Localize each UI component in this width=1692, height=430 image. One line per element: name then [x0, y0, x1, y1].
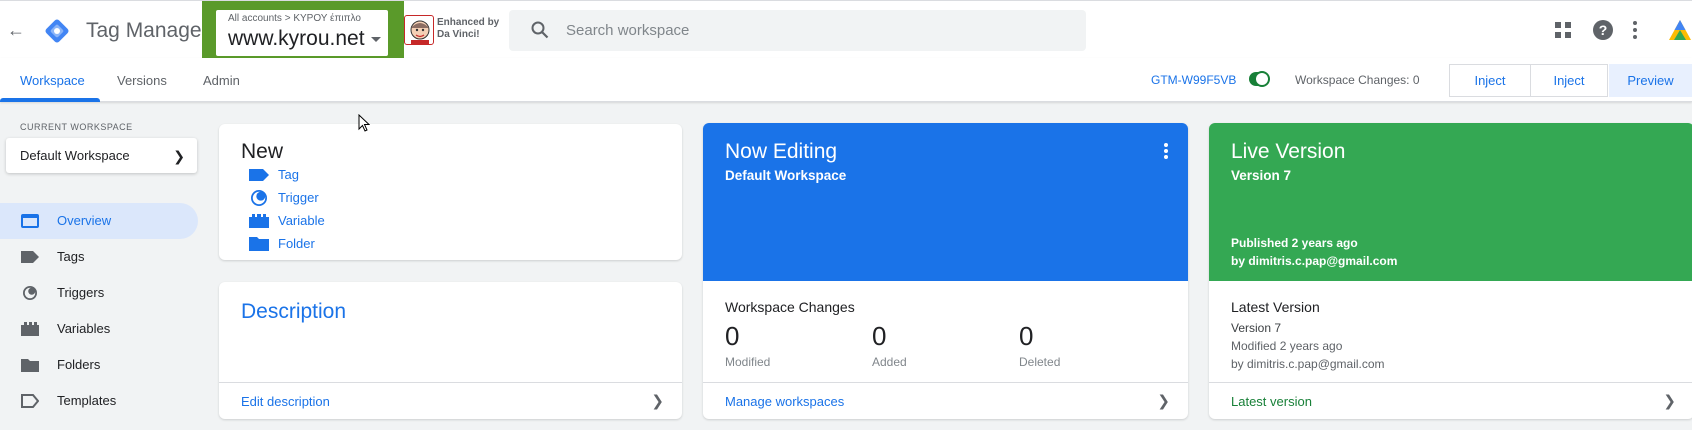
sidebar-item-templates[interactable]: Templates	[0, 383, 198, 419]
new-item-label: Variable	[278, 213, 325, 228]
new-item-label: Trigger	[278, 190, 319, 205]
live-version-header: Live Version Version 7 Published 2 years…	[1209, 123, 1692, 281]
sidebar-item-variables[interactable]: Variables	[0, 311, 198, 347]
live-version-card: Live Version Version 7 Published 2 years…	[1209, 123, 1692, 419]
edit-description-link[interactable]: Edit description	[241, 394, 330, 409]
account-breadcrumb[interactable]: All accounts > ΚΥΡΟΥ έπιπλο	[228, 13, 361, 24]
trigger-icon	[23, 286, 37, 300]
chevron-right-icon: ❯	[173, 148, 185, 164]
search-input[interactable]	[566, 16, 1066, 45]
stat-value: 0	[1019, 321, 1034, 351]
chevron-right-icon: ❯	[651, 393, 664, 410]
stat-added: 0 Added	[872, 321, 907, 369]
new-item-label: Folder	[278, 236, 315, 251]
manage-workspaces-link[interactable]: Manage workspaces	[725, 394, 844, 409]
stat-label: Modified	[725, 355, 771, 369]
inject-button-1[interactable]: Inject	[1449, 64, 1531, 97]
workspace-changes-title: Workspace Changes	[725, 299, 855, 315]
container-id-link[interactable]: GTM-W99F5VB	[1151, 73, 1236, 87]
now-editing-card: Now Editing Default Workspace Workspace …	[703, 123, 1188, 419]
more-vert-icon[interactable]	[1164, 143, 1168, 159]
sidebar-item-label: Triggers	[57, 285, 105, 300]
search-bar[interactable]	[509, 10, 1086, 51]
latest-version-footer[interactable]: Latest version ❯	[1209, 382, 1692, 419]
folder-icon	[21, 359, 39, 372]
latest-version-modified: Modified 2 years ago	[1231, 339, 1343, 353]
overview-icon	[21, 214, 39, 228]
arrow-back-icon[interactable]: ←	[6, 19, 26, 41]
stat-deleted: 0 Deleted	[1019, 321, 1060, 369]
sidebar-item-overview[interactable]: Overview	[0, 203, 198, 239]
account-container-selector[interactable]: All accounts > ΚΥΡΟΥ έπιπλο www.kyrou.ne…	[216, 10, 388, 56]
template-icon	[21, 394, 39, 408]
latest-version-link[interactable]: Latest version	[1231, 394, 1312, 409]
latest-version-author: by dimitris.c.pap@gmail.com	[1231, 357, 1385, 371]
sidebar-item-label: Tags	[57, 249, 85, 264]
latest-version-number: Version 7	[1231, 321, 1282, 335]
stat-modified: 0 Modified	[725, 321, 770, 369]
now-editing-title: Now Editing	[725, 140, 838, 163]
description-card: Description Edit description ❯	[219, 282, 682, 419]
tag-manager-logo-icon	[45, 19, 69, 43]
folder-icon	[249, 237, 269, 251]
now-editing-workspace: Default Workspace	[725, 168, 847, 183]
extension-label-line-2: Da Vinci!	[437, 29, 480, 40]
sidebar-item-label: Templates	[57, 393, 117, 408]
mouse-cursor-icon	[358, 114, 370, 132]
latest-version-title: Latest Version	[1231, 299, 1320, 315]
published-by: by dimitris.c.pap@gmail.com	[1231, 254, 1398, 268]
variable-icon	[249, 214, 269, 228]
search-icon	[531, 21, 549, 39]
tag-icon	[21, 251, 39, 263]
stat-value: 0	[725, 321, 740, 351]
workspace-selector-label: Default Workspace	[20, 148, 130, 163]
workspace-changes-count: Workspace Changes: 0	[1295, 73, 1420, 87]
current-workspace-label: CURRENT WORKSPACE	[20, 122, 133, 132]
top-app-bar: ← Tag Manager All accounts > ΚΥΡΟΥ έπιπλ…	[0, 0, 1692, 72]
sidebar-item-label: Variables	[57, 321, 111, 336]
live-version-number: Version 7	[1231, 168, 1292, 183]
tab-admin[interactable]: Admin	[203, 73, 240, 88]
sidebar-item-label: Overview	[57, 213, 112, 228]
new-card-title: New	[241, 140, 284, 163]
manage-workspaces-footer[interactable]: Manage workspaces ❯	[703, 382, 1188, 419]
active-tab-indicator	[0, 98, 100, 102]
sidebar-item-triggers[interactable]: Triggers	[0, 275, 198, 311]
new-card: New Tag Trigger Variable Folder	[219, 124, 682, 260]
new-item-label: Tag	[278, 167, 299, 182]
published-time: Published 2 years ago	[1231, 236, 1358, 250]
variable-icon	[21, 322, 39, 336]
trigger-icon	[251, 190, 267, 206]
extension-label: Enhanced by Da Vinci!	[437, 17, 499, 41]
inject-button-2[interactable]: Inject	[1530, 64, 1608, 97]
sidebar-item-label: Folders	[57, 357, 101, 372]
stat-label: Added	[872, 355, 907, 369]
apps-grid-icon[interactable]	[1554, 21, 1572, 39]
workspace-nav-bar: Workspace Versions Admin GTM-W99F5VB Wor…	[0, 58, 1692, 102]
preview-button[interactable]: Preview	[1609, 64, 1692, 97]
live-version-title: Live Version	[1231, 140, 1346, 163]
tab-workspace[interactable]: Workspace	[20, 73, 85, 88]
chevron-right-icon: ❯	[1663, 393, 1676, 410]
description-card-title: Description	[241, 300, 347, 323]
sidebar-item-folders[interactable]: Folders	[0, 347, 198, 383]
stat-value: 0	[872, 321, 887, 351]
extension-label-line-1: Enhanced by	[437, 17, 500, 28]
extension-avatar-icon[interactable]	[404, 15, 434, 45]
tab-versions[interactable]: Versions	[117, 73, 167, 88]
sidebar-item-tags[interactable]: Tags	[0, 239, 198, 275]
container-name[interactable]: www.kyrou.net	[228, 27, 365, 51]
container-toggle[interactable]	[1249, 72, 1269, 86]
analytics-logo-icon[interactable]	[1668, 18, 1692, 42]
stat-label: Deleted	[1019, 355, 1061, 369]
workspace-selector[interactable]: Default Workspace ❯	[6, 138, 197, 173]
more-vert-icon[interactable]	[1632, 19, 1638, 41]
help-icon[interactable]: ?	[1593, 20, 1613, 40]
tag-icon	[249, 169, 269, 181]
chevron-right-icon: ❯	[1157, 393, 1170, 410]
edit-description-footer[interactable]: Edit description ❯	[219, 382, 682, 419]
now-editing-header: Now Editing Default Workspace	[703, 123, 1188, 281]
app-title: Tag Manager	[86, 19, 209, 42]
dropdown-caret-icon[interactable]	[371, 37, 381, 42]
